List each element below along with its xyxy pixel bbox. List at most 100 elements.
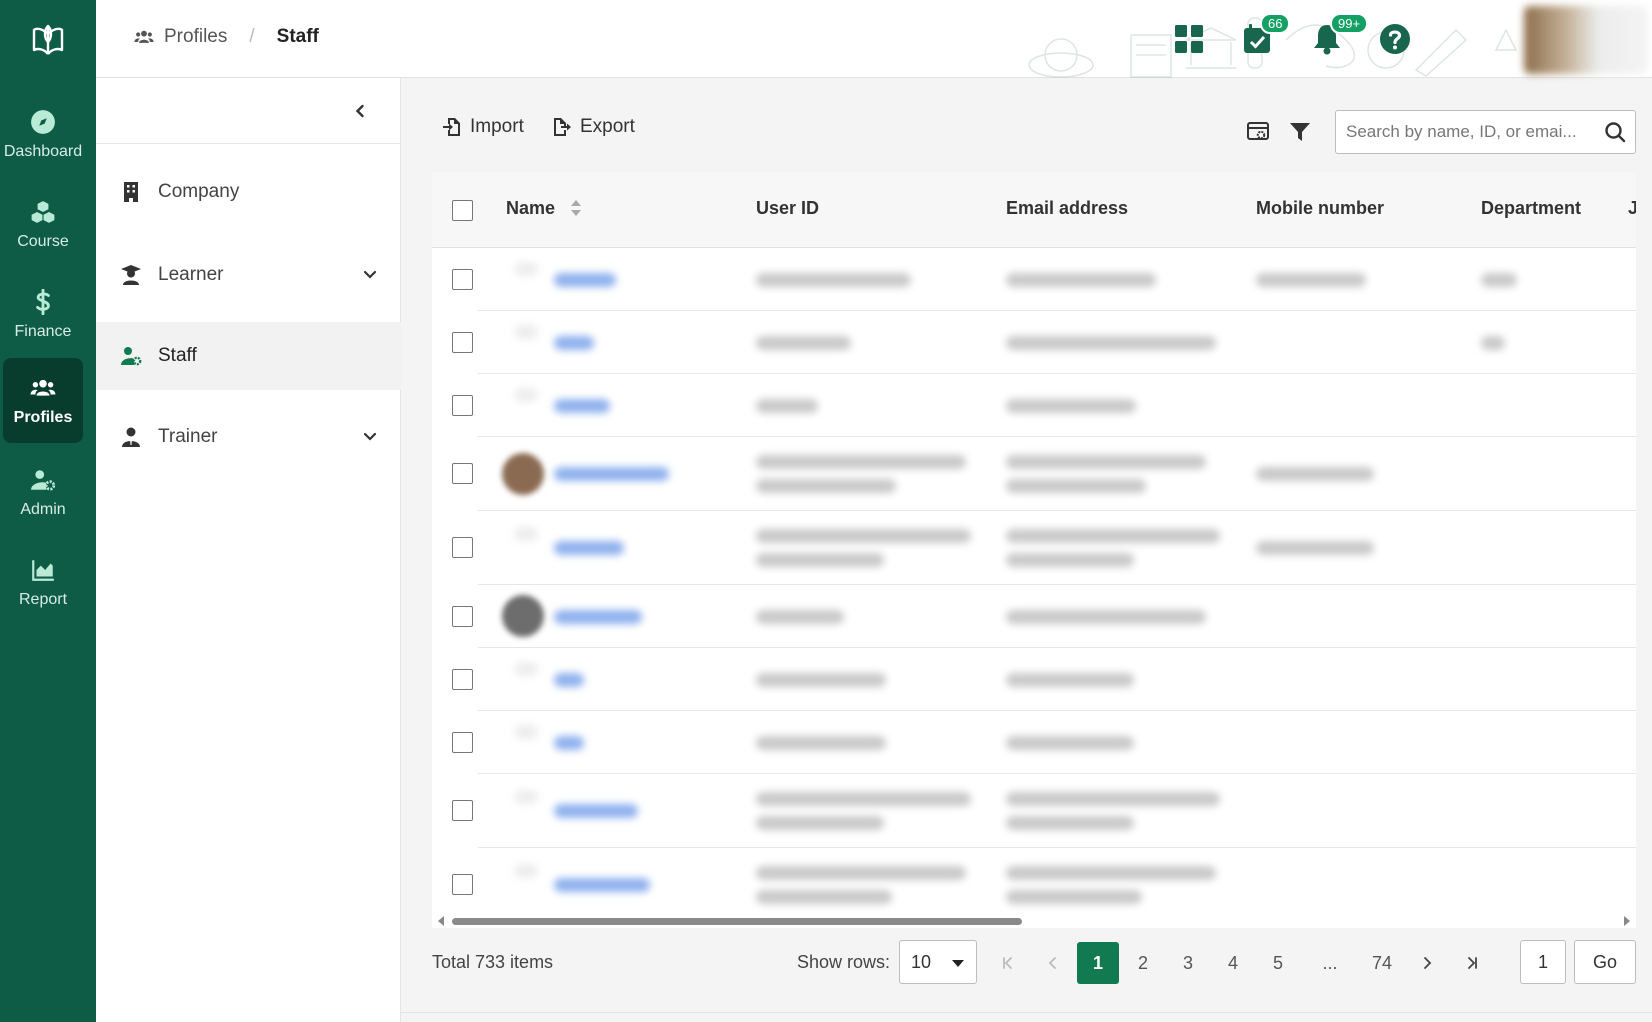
table-row[interactable] xyxy=(432,711,1636,774)
scroll-right-arrow-icon[interactable] xyxy=(1624,916,1630,926)
row-checkbox[interactable] xyxy=(452,732,473,753)
chevron-left-icon[interactable] xyxy=(349,100,371,122)
redacted-name-link[interactable] xyxy=(554,673,584,687)
redacted-name-link[interactable] xyxy=(554,467,669,481)
redacted-name-link[interactable] xyxy=(554,804,638,818)
row-checkbox[interactable] xyxy=(452,395,473,416)
page-button-5[interactable]: 5 xyxy=(1257,942,1299,984)
rail-item-course[interactable]: Course xyxy=(3,182,83,267)
redacted-name-link[interactable] xyxy=(554,336,594,350)
column-settings-icon[interactable] xyxy=(1246,120,1270,144)
breadcrumb: Profiles / Staff xyxy=(134,26,319,48)
rail-item-label: Course xyxy=(17,232,69,250)
export-button[interactable]: Export xyxy=(552,116,635,138)
redacted-department xyxy=(1481,336,1505,350)
row-checkbox[interactable] xyxy=(452,332,473,353)
redacted-name-link[interactable] xyxy=(554,399,610,413)
table-row[interactable] xyxy=(432,848,1636,914)
redacted-mobile xyxy=(1256,467,1374,481)
sort-icon[interactable] xyxy=(570,199,582,217)
next-page-button[interactable] xyxy=(1406,942,1448,984)
scroll-left-arrow-icon[interactable] xyxy=(438,916,444,926)
chevron-down-icon[interactable] xyxy=(361,265,379,283)
filter-icon[interactable] xyxy=(1288,120,1312,144)
page-ellipsis[interactable]: ... xyxy=(1309,942,1351,984)
row-checkbox[interactable] xyxy=(452,606,473,627)
user-avatar[interactable] xyxy=(1524,6,1648,74)
rail-item-label: Finance xyxy=(14,322,72,340)
page-button-1[interactable]: 1 xyxy=(1077,942,1119,984)
column-header-mobile[interactable]: Mobile number xyxy=(1256,198,1384,219)
go-button[interactable]: Go xyxy=(1574,940,1636,984)
breadcrumb-profiles-link[interactable]: Profiles xyxy=(164,26,227,48)
goto-page-input[interactable] xyxy=(1520,940,1566,984)
table-row[interactable] xyxy=(432,374,1636,437)
chevron-down-icon[interactable] xyxy=(361,427,379,445)
rail-item-admin[interactable]: Admin xyxy=(3,450,83,535)
subnav-item-staff[interactable]: Staff xyxy=(96,322,401,390)
subnav-item-label: Company xyxy=(158,181,240,202)
page-button-2[interactable]: 2 xyxy=(1122,942,1164,984)
search-icon[interactable] xyxy=(1604,121,1626,143)
last-page-button[interactable] xyxy=(1451,942,1493,984)
rail-item-label: Profiles xyxy=(13,408,73,426)
pagination-bar: Total 733 items Show rows: 10 1 2 3 4 5 … xyxy=(432,940,1636,986)
prev-page-button[interactable] xyxy=(1032,942,1074,984)
table-row[interactable] xyxy=(432,311,1636,374)
row-checkbox[interactable] xyxy=(452,669,473,690)
column-header-name[interactable]: Name xyxy=(506,198,582,219)
redacted-name-link[interactable] xyxy=(554,610,642,624)
row-checkbox[interactable] xyxy=(452,269,473,290)
redacted-name-link[interactable] xyxy=(554,541,624,555)
rail-item-finance[interactable]: Finance xyxy=(3,272,83,357)
search-input[interactable] xyxy=(1335,110,1636,154)
import-button[interactable]: Import xyxy=(442,116,524,138)
redacted-email xyxy=(1006,673,1134,687)
table-row[interactable] xyxy=(432,648,1636,711)
row-checkbox[interactable] xyxy=(452,874,473,895)
subnav-item-trainer[interactable]: Trainer xyxy=(96,403,401,471)
row-checkbox[interactable] xyxy=(452,537,473,558)
redacted-email xyxy=(1006,792,1220,806)
table-row[interactable] xyxy=(432,774,1636,848)
horizontal-scrollbar[interactable] xyxy=(432,914,1636,928)
column-header-department[interactable]: Department xyxy=(1481,198,1581,219)
rail-item-report[interactable]: Report xyxy=(3,540,83,625)
table-row[interactable] xyxy=(432,437,1636,511)
page-button-74[interactable]: 74 xyxy=(1361,942,1403,984)
redacted-name-link[interactable] xyxy=(554,878,650,892)
rail-item-profiles[interactable]: Profiles xyxy=(3,358,83,443)
redacted-name-link[interactable] xyxy=(554,736,584,750)
page-button-4[interactable]: 4 xyxy=(1212,942,1254,984)
file-import-icon xyxy=(443,118,460,136)
subnav-item-learner[interactable]: Learner xyxy=(96,241,401,309)
apps-grid-icon[interactable] xyxy=(1172,22,1206,56)
table-row[interactable] xyxy=(432,585,1636,648)
table-row[interactable] xyxy=(432,248,1636,311)
bottom-divider xyxy=(401,1012,1652,1013)
subnav-item-company[interactable]: Company xyxy=(96,158,401,226)
rail-item-dashboard[interactable]: Dashboard xyxy=(3,92,83,177)
rows-per-page-select[interactable]: 10 xyxy=(899,940,977,984)
redacted-avatar xyxy=(514,388,538,402)
table-row[interactable] xyxy=(432,511,1636,585)
notifications-button[interactable]: 99+ xyxy=(1310,13,1369,56)
compass-icon xyxy=(31,109,55,134)
redacted-name-link[interactable] xyxy=(554,273,616,287)
breadcrumb-current: Staff xyxy=(276,26,319,47)
scrollbar-thumb[interactable] xyxy=(452,918,1022,925)
redacted-user-id-line2 xyxy=(756,890,892,904)
select-all-checkbox[interactable] xyxy=(452,200,473,221)
row-checkbox[interactable] xyxy=(452,463,473,484)
column-header-user-id[interactable]: User ID xyxy=(756,198,819,219)
top-header: Profiles / Staff 66 99+ xyxy=(96,0,1652,78)
first-page-button[interactable] xyxy=(987,942,1029,984)
column-header-truncated[interactable]: J xyxy=(1628,198,1636,219)
row-checkbox[interactable] xyxy=(452,800,473,821)
column-header-email[interactable]: Email address xyxy=(1006,198,1128,219)
subnav-item-label: Staff xyxy=(158,345,197,366)
tasks-calendar-button[interactable]: 66 xyxy=(1240,13,1291,56)
help-question-icon[interactable] xyxy=(1378,22,1412,56)
page-button-3[interactable]: 3 xyxy=(1167,942,1209,984)
leaf-book-logo-icon[interactable] xyxy=(28,20,68,60)
